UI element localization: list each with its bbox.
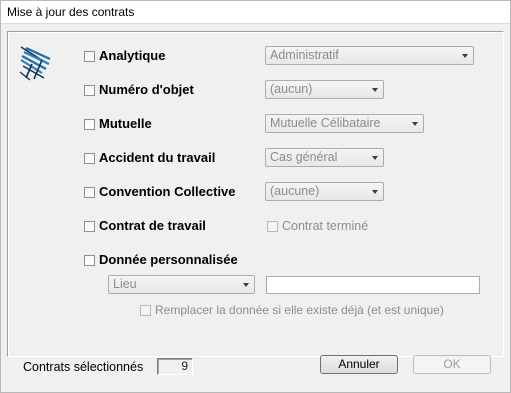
- cancel-button[interactable]: Annuler: [320, 355, 398, 374]
- deckchair-logo-icon: [19, 46, 51, 81]
- convention-collective-checkbox[interactable]: [84, 187, 95, 198]
- mutuelle-select[interactable]: Mutuelle Célibataire: [265, 114, 424, 133]
- numero-objet-label: Numéro d'objet: [99, 82, 194, 97]
- numero-objet-select-value: (aucun): [270, 82, 313, 96]
- contrat-termine-label: Contrat terminé: [282, 219, 369, 233]
- convention-collective-label: Convention Collective: [99, 184, 236, 199]
- accident-travail-select-value: Cas général: [270, 150, 338, 164]
- mutuelle-checkbox[interactable]: [84, 119, 95, 130]
- accident-travail-checkbox[interactable]: [84, 153, 95, 164]
- contrat-termine-checkbox[interactable]: [267, 221, 278, 232]
- donnee-field-select-value: Lieu: [113, 277, 137, 291]
- chevron-down-icon: [412, 122, 418, 126]
- numero-objet-select[interactable]: (aucun): [265, 80, 384, 99]
- replace-data-checkbox[interactable]: [140, 305, 151, 316]
- donnee-personnalisee-label: Donnée personnalisée: [99, 252, 238, 267]
- title-bar: Mise à jour des contrats: [1, 1, 510, 24]
- replace-data-label: Remplacer la donnée si elle existe déjà …: [155, 303, 444, 317]
- chevron-down-icon: [372, 190, 378, 194]
- accident-travail-label: Accident du travail: [99, 150, 216, 165]
- window-title: Mise à jour des contrats: [7, 5, 135, 19]
- mutuelle-select-value: Mutuelle Célibataire: [270, 116, 381, 130]
- analytique-select[interactable]: Administratif: [265, 46, 474, 65]
- convention-collective-select[interactable]: (aucune): [265, 182, 384, 201]
- donnee-value-input[interactable]: [266, 276, 480, 294]
- selected-contracts-count: 9: [157, 358, 193, 375]
- accident-travail-select[interactable]: Cas général: [265, 148, 384, 167]
- chevron-down-icon: [372, 88, 378, 92]
- analytique-select-value: Administratif: [270, 48, 339, 62]
- chevron-down-icon: [372, 156, 378, 160]
- convention-collective-select-value: (aucune): [270, 184, 320, 198]
- donnee-field-select[interactable]: Lieu: [108, 275, 255, 294]
- numero-objet-checkbox[interactable]: [84, 85, 95, 96]
- ok-button[interactable]: OK: [413, 355, 491, 374]
- contrat-travail-label: Contrat de travail: [99, 218, 206, 233]
- chevron-down-icon: [462, 54, 468, 58]
- donnee-personnalisee-checkbox[interactable]: [84, 255, 95, 266]
- contrat-travail-checkbox[interactable]: [84, 221, 95, 232]
- mutuelle-label: Mutuelle: [99, 116, 152, 131]
- chevron-down-icon: [243, 283, 249, 287]
- selected-contracts-label: Contrats sélectionnés: [23, 360, 144, 374]
- analytique-checkbox[interactable]: [84, 51, 95, 62]
- analytique-label: Analytique: [99, 48, 166, 63]
